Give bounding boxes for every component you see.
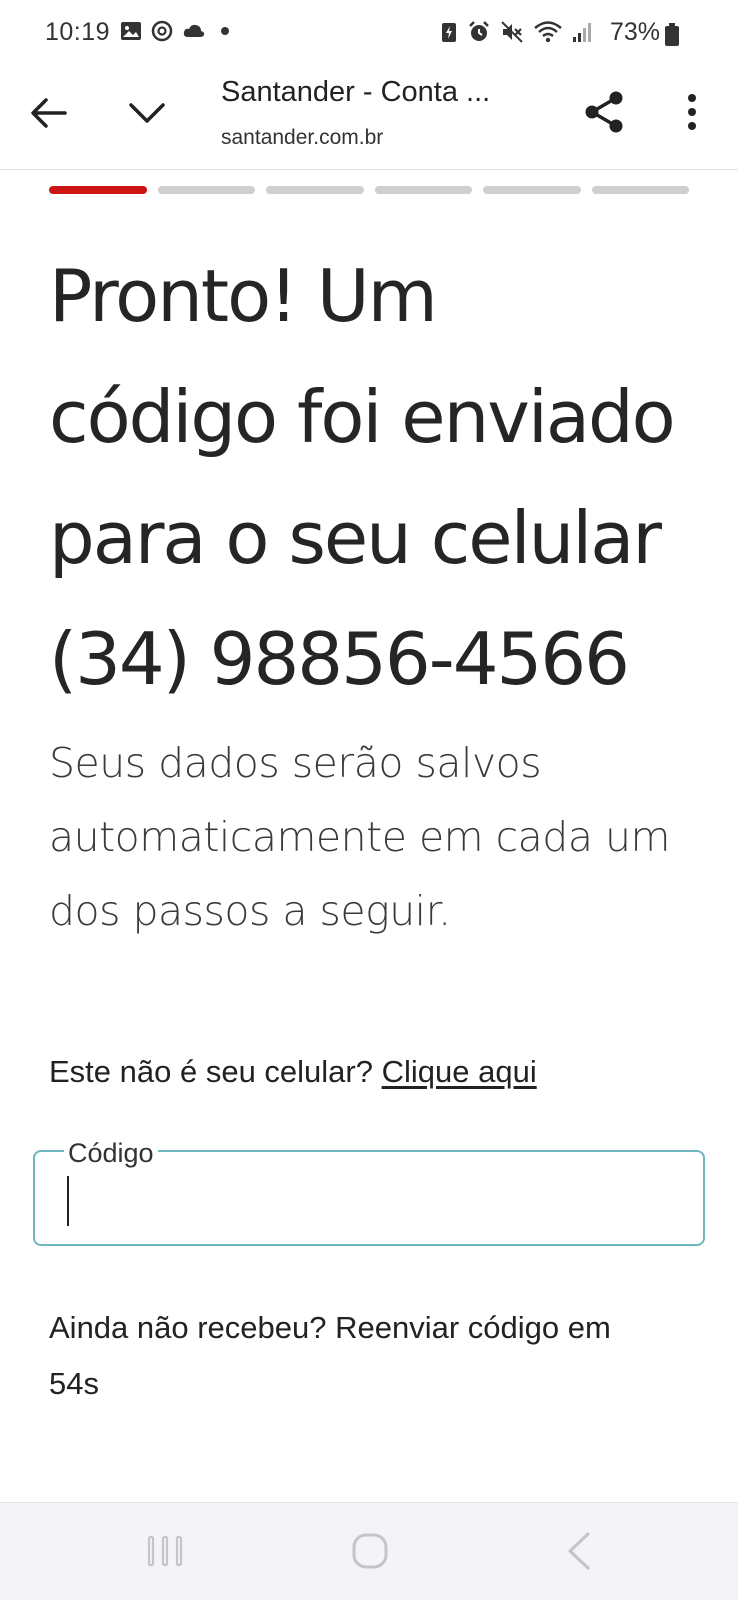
headline-phone-number: (34) 98856-4566 [49, 617, 630, 701]
chevron-down-icon [129, 103, 165, 123]
code-field-label: Código [64, 1138, 158, 1169]
alarm-icon [469, 21, 489, 41]
custom-tab-toolbar: Santander - Conta ... santander.com.br [0, 68, 738, 170]
back-button[interactable] [26, 90, 72, 136]
home-icon[interactable] [350, 1531, 390, 1571]
text-caret [67, 1176, 69, 1226]
mute-icon [501, 21, 523, 43]
subtitle-line: automaticamente em cada um [49, 813, 670, 861]
recent-apps-icon[interactable] [145, 1531, 185, 1571]
share-button[interactable] [580, 88, 628, 136]
more-vertical-icon [688, 94, 696, 130]
battery-percentage: 73% [609, 18, 660, 46]
progress-step-2 [157, 186, 255, 194]
resend-countdown: 54s [49, 1366, 99, 1401]
signal-icon [573, 23, 591, 42]
progress-step-6 [591, 186, 689, 194]
headline-line: código foi enviado [49, 375, 676, 459]
system-nav-bar [0, 1502, 738, 1600]
progress-steps [49, 186, 689, 194]
nav-back-icon[interactable] [560, 1531, 600, 1571]
more-options-button[interactable] [668, 88, 716, 136]
click-here-link[interactable]: Clique aqui [382, 1054, 537, 1089]
progress-step-1 [49, 186, 147, 194]
status-time: 10:19 [45, 18, 111, 46]
battery-saver-icon [442, 23, 456, 42]
progress-step-3 [266, 186, 364, 194]
gallery-icon [121, 22, 141, 40]
progress-step-5 [483, 186, 581, 194]
threads-icon [151, 20, 173, 42]
headline-line: Pronto! Um [49, 254, 438, 338]
subtitle-line: dos passos a seguir. [49, 887, 451, 935]
wifi-icon [534, 21, 562, 43]
page-headline: Pronto! Um código foi enviado para o seu… [49, 236, 719, 720]
resend-line: Ainda não recebeu? Reenviar código em [49, 1310, 611, 1345]
not-your-phone-text: Este não é seu celular? [49, 1054, 373, 1089]
page-title[interactable]: Santander - Conta ... [221, 76, 490, 109]
cloud-icon [183, 24, 205, 37]
page-url[interactable]: santander.com.br [221, 126, 383, 150]
code-input[interactable] [60, 1174, 680, 1228]
headline-line: para o seu celular [49, 496, 662, 580]
arrow-left-icon [31, 98, 67, 128]
progress-step-4 [374, 186, 472, 194]
resend-code-text: Ainda não recebeu? Reenviar código em 54… [49, 1300, 709, 1412]
status-right-icons [440, 20, 592, 44]
minimize-button[interactable] [122, 90, 172, 136]
status-left-icons [120, 20, 235, 42]
battery-icon [665, 23, 679, 46]
status-bar: 10:19 73% [0, 0, 738, 68]
not-your-phone-row: Este não é seu celular? Clique aqui [49, 1054, 537, 1090]
dot-icon [221, 27, 229, 35]
subtitle-line: Seus dados serão salvos [49, 739, 542, 787]
page-subtitle: Seus dados serão salvos automaticamente … [49, 726, 709, 948]
share-icon [585, 91, 623, 133]
